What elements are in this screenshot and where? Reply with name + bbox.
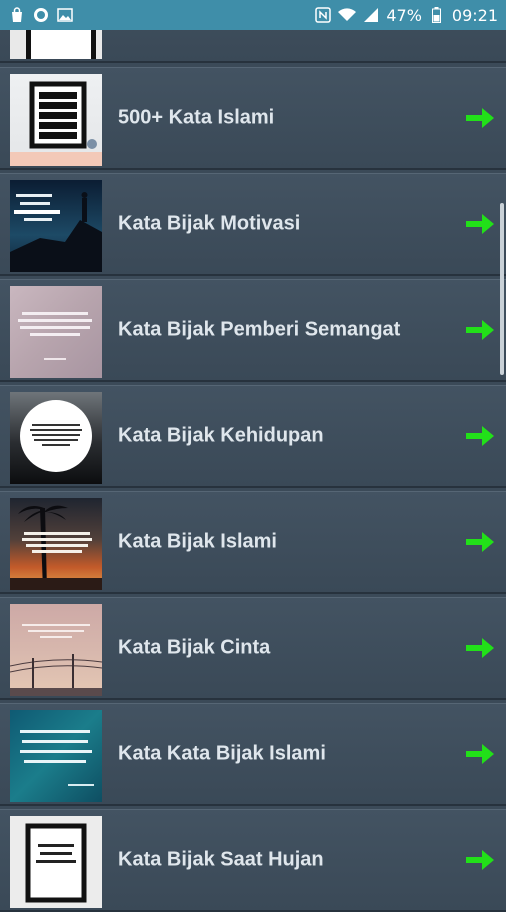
item-label: Kata Bijak Saat Hujan: [118, 848, 324, 871]
battery-percent: 47%: [386, 5, 422, 25]
list-item[interactable]: Kata Bijak Saat Hujan: [0, 809, 506, 912]
status-bar: 47% 09:21: [0, 0, 506, 30]
list-item[interactable]: Kata Bijak Kehidupan: [0, 385, 506, 488]
item-label: 500+ Kata Islami: [118, 106, 275, 129]
thumbnail: [10, 816, 102, 908]
arrow-right-icon[interactable]: [466, 532, 494, 552]
battery-icon: [428, 6, 446, 24]
arrow-right-icon[interactable]: [466, 108, 494, 128]
badge-icon: [32, 6, 50, 24]
item-label: Kata Bijak Islami: [118, 530, 277, 553]
thumbnail: [10, 180, 102, 272]
arrow-right-icon[interactable]: [466, 744, 494, 764]
item-label: Kata Bijak Kehidupan: [118, 424, 324, 447]
item-label: Kata Bijak Pemberi Semangat: [118, 318, 401, 341]
thumbnail: [10, 392, 102, 484]
signal-icon: [362, 6, 380, 24]
thumbnail: [10, 710, 102, 802]
list-item[interactable]: Kata Kata Bijak Islami: [0, 703, 506, 806]
thumbnail: [10, 286, 102, 378]
nfc-icon: [314, 6, 332, 24]
list-item[interactable]: Kata Bijak Cinta: [0, 597, 506, 700]
image-icon: [56, 6, 74, 24]
thumbnail: [10, 604, 102, 696]
arrow-right-icon[interactable]: [466, 320, 494, 340]
item-label: Kata Bijak Cinta: [118, 636, 271, 659]
item-label: Kata Kata Bijak Islami: [118, 742, 326, 765]
arrow-right-icon[interactable]: [466, 638, 494, 658]
list-item[interactable]: Kata Bijak Islami: [0, 491, 506, 594]
list-item[interactable]: Kata Bijak Motivasi: [0, 173, 506, 276]
scrollbar[interactable]: [500, 203, 504, 375]
arrow-right-icon[interactable]: [466, 426, 494, 446]
wifi-icon: [338, 6, 357, 24]
list-item[interactable]: 500+ Kata Islami: [0, 67, 506, 170]
thumbnail: [10, 498, 102, 590]
thumbnail: [10, 74, 102, 166]
shopping-bag-icon: [8, 6, 26, 24]
arrow-right-icon[interactable]: [466, 850, 494, 870]
arrow-right-icon[interactable]: [466, 214, 494, 234]
item-label: Kata Bijak Motivasi: [118, 212, 301, 235]
list-item[interactable]: Kata Bijak Pemberi Semangat: [0, 279, 506, 382]
clock: 09:21: [451, 5, 498, 25]
